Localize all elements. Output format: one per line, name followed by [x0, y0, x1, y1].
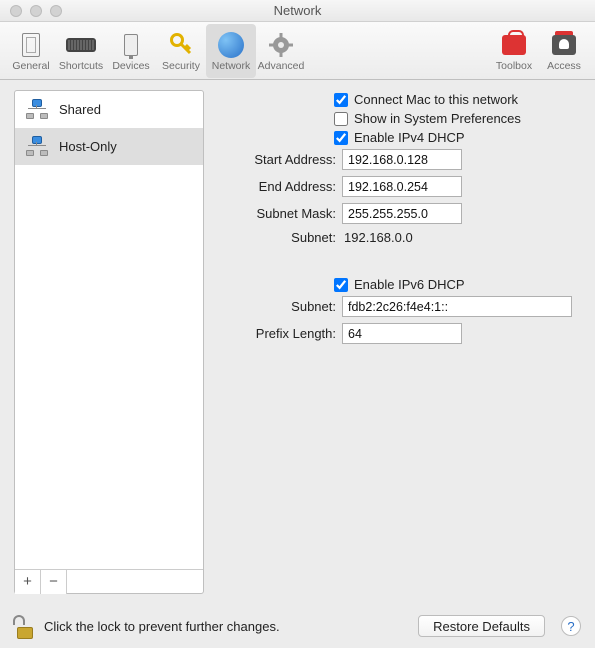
preferences-toolbar: General Shortcuts Devices Security Netwo… [0, 22, 595, 80]
network-list: Shared Host-Only + − [14, 90, 204, 594]
start-address-input[interactable] [342, 149, 462, 170]
subnet-label: Subnet: [214, 230, 342, 245]
help-button[interactable]: ? [561, 616, 581, 636]
enable-ipv4-dhcp-checkbox[interactable] [334, 131, 348, 145]
network-icon [25, 99, 49, 119]
globe-icon [218, 32, 244, 58]
tab-access[interactable]: Access [539, 24, 589, 78]
restore-defaults-button[interactable]: Restore Defaults [418, 615, 545, 637]
remove-button[interactable]: − [41, 570, 67, 594]
network-form: Connect Mac to this network Show in Syst… [204, 80, 595, 604]
tab-devices[interactable]: Devices [106, 24, 156, 78]
enable-ipv4-dhcp-label: Enable IPv4 DHCP [354, 130, 465, 145]
lock-icon[interactable] [14, 613, 36, 639]
connect-mac-label: Connect Mac to this network [354, 92, 518, 107]
keyboard-icon [66, 38, 96, 52]
tab-security[interactable]: Security [156, 24, 206, 78]
tab-advanced[interactable]: Advanced [256, 24, 306, 78]
enable-ipv6-dhcp-label: Enable IPv6 DHCP [354, 277, 465, 292]
access-icon [552, 35, 576, 55]
sidebar-item-host-only[interactable]: Host-Only [15, 128, 203, 165]
footer: Click the lock to prevent further change… [0, 604, 595, 648]
network-icon [25, 136, 49, 156]
toolbox-icon [502, 35, 526, 55]
prefix-length-input[interactable] [342, 323, 462, 344]
titlebar: Network [0, 0, 595, 22]
device-icon [124, 34, 138, 56]
list-buttons: + − [15, 569, 203, 593]
enable-ipv6-dhcp-checkbox[interactable] [334, 278, 348, 292]
sidebar-item-label: Host-Only [59, 139, 117, 154]
key-icon [170, 33, 192, 57]
subnet-mask-input[interactable] [342, 203, 462, 224]
end-address-label: End Address: [214, 179, 342, 194]
sidebar-item-shared[interactable]: Shared [15, 91, 203, 128]
lock-text: Click the lock to prevent further change… [44, 619, 410, 634]
start-address-label: Start Address: [214, 152, 342, 167]
show-syspref-label: Show in System Preferences [354, 111, 521, 126]
gear-icon [268, 32, 294, 58]
subnet-mask-label: Subnet Mask: [214, 206, 342, 221]
ipv6-subnet-label: Subnet: [214, 299, 342, 314]
connect-mac-checkbox[interactable] [334, 93, 348, 107]
end-address-input[interactable] [342, 176, 462, 197]
general-icon [22, 33, 40, 57]
add-button[interactable]: + [15, 570, 41, 594]
prefix-length-label: Prefix Length: [214, 326, 342, 341]
ipv6-subnet-input[interactable] [342, 296, 572, 317]
show-syspref-checkbox[interactable] [334, 112, 348, 126]
subnet-value: 192.168.0.0 [342, 230, 413, 245]
tab-toolbox[interactable]: Toolbox [489, 24, 539, 78]
tab-shortcuts[interactable]: Shortcuts [56, 24, 106, 78]
tab-network[interactable]: Network [206, 24, 256, 78]
sidebar-item-label: Shared [59, 102, 101, 117]
tab-general[interactable]: General [6, 24, 56, 78]
window-title: Network [0, 3, 595, 18]
